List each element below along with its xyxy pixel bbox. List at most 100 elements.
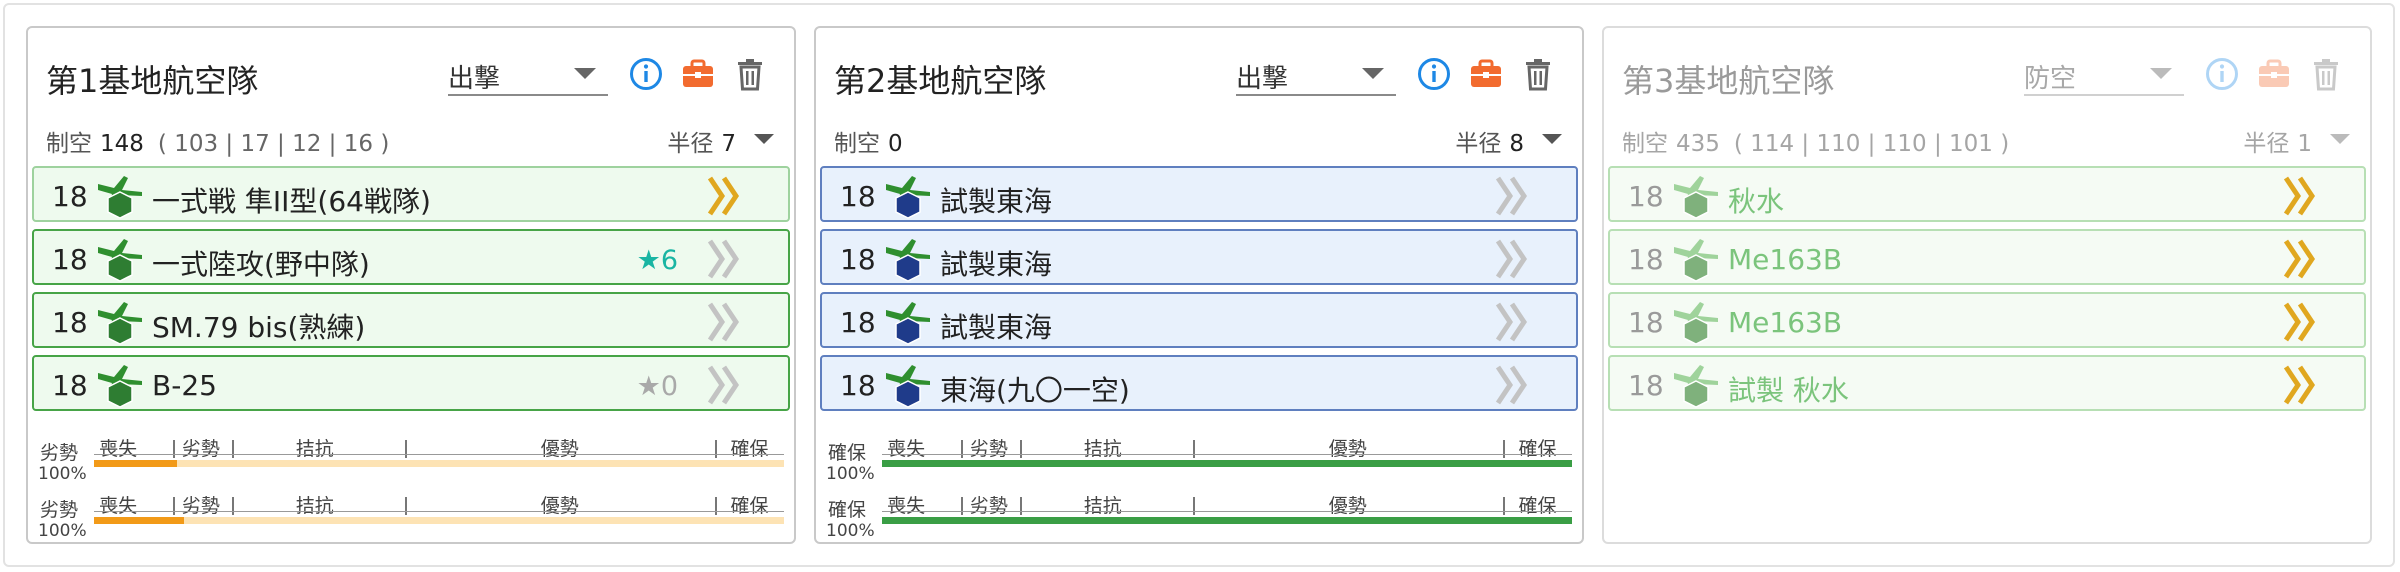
equipment-slot[interactable]: 18 一式陸攻(野中隊) ★6 xyxy=(32,229,790,285)
air-state-bar: 劣勢 100% 喪失 劣勢 拮抗 優勢 確保 xyxy=(28,428,794,484)
bar-divider xyxy=(1192,440,1195,458)
mode-select[interactable]: 出撃 xyxy=(448,52,608,96)
bar-divider xyxy=(1503,440,1505,458)
air-power-detail: ( 103 | 17 | 12 | 16 ) xyxy=(157,131,390,157)
info-icon[interactable] xyxy=(628,56,664,92)
bar-divider xyxy=(961,497,964,515)
air-power-value: 0 xyxy=(888,131,903,157)
air-state-track xyxy=(882,460,1572,467)
radius-label: 半径 xyxy=(2243,131,2290,157)
slot-aircraft-count: 18 xyxy=(52,180,88,213)
equipment-slot[interactable]: 18 東海(九〇一空) xyxy=(820,355,1578,411)
caret-down-icon xyxy=(754,134,774,144)
toolbox-icon[interactable] xyxy=(2256,56,2292,92)
equipment-name: 試製東海 xyxy=(940,185,1053,218)
bar-divider xyxy=(404,497,407,515)
caret-down-icon xyxy=(1542,134,1562,144)
slot-aircraft-count: 18 xyxy=(840,369,876,402)
chevron-icon xyxy=(2283,239,2316,279)
mode-select[interactable]: 防空 xyxy=(2024,52,2184,96)
chevron-icon xyxy=(707,239,740,279)
air-state-label: 確保 xyxy=(730,438,769,460)
equipment-name: 東海(九〇一空) xyxy=(940,374,1130,407)
bar-divider xyxy=(232,440,234,458)
air-power-label: 制空 xyxy=(1622,131,1668,157)
equipment-name: Me163B xyxy=(1728,306,1843,339)
equipment-slot[interactable]: 18 SM.79 bis(熟練) xyxy=(32,292,790,348)
trash-icon[interactable] xyxy=(732,56,768,92)
air-state-percent: 100% xyxy=(38,464,87,484)
equipment-slot[interactable]: 18 Me163B xyxy=(1608,229,2366,285)
caret-down-icon xyxy=(574,68,596,79)
air-state-bar: 確保 100% 喪失 劣勢 拮抗 優勢 確保 xyxy=(816,428,1582,484)
equipment-slot[interactable]: 18 秋水 xyxy=(1608,166,2366,222)
air-state-label: 拮抗 xyxy=(295,438,334,460)
plane-icon xyxy=(1674,176,1718,219)
plane-icon xyxy=(98,302,142,345)
bar-divider xyxy=(715,440,717,458)
air-power-stats: 制空 435 ( 114 | 110 | 110 | 101 ) xyxy=(1622,124,2009,158)
trash-icon[interactable] xyxy=(2308,56,2344,92)
air-power-label: 制空 xyxy=(46,131,92,157)
radius-label: 半径 xyxy=(1455,131,1502,157)
panel-title: 第1基地航空隊 xyxy=(46,62,259,100)
radius-select[interactable]: 半径 1 xyxy=(2243,124,2350,158)
radius-select[interactable]: 半径 8 xyxy=(1455,124,1562,158)
air-state-scale: 喪失 劣勢 拮抗 優勢 確保 xyxy=(882,491,1572,517)
chevron-icon xyxy=(1495,302,1528,342)
slot-aircraft-count: 18 xyxy=(1628,306,1664,339)
air-state-bar: 劣勢 100% 喪失 劣勢 拮抗 優勢 確保 xyxy=(28,485,794,541)
air-state-label: 劣勢 xyxy=(969,495,1008,517)
equipment-slot[interactable]: 18 Me163B xyxy=(1608,292,2366,348)
air-state-fill xyxy=(94,460,177,467)
equipment-slot[interactable]: 18 試製東海 xyxy=(820,166,1578,222)
chevron-icon xyxy=(707,176,740,216)
radius-value: 7 xyxy=(721,131,736,157)
bar-divider xyxy=(173,440,176,458)
air-state-track xyxy=(882,517,1572,524)
bar-rule xyxy=(882,454,1572,455)
trash-icon[interactable] xyxy=(1520,56,1556,92)
plane-icon xyxy=(98,176,142,219)
plane-icon xyxy=(1674,302,1718,345)
air-state-label: 拮抗 xyxy=(1083,438,1122,460)
toolbox-icon[interactable] xyxy=(680,56,716,92)
toolbox-icon[interactable] xyxy=(1468,56,1504,92)
equipment-slot[interactable]: 18 試製 秋水 xyxy=(1608,355,2366,411)
equipment-name: SM.79 bis(熟練) xyxy=(152,311,366,344)
chevron-icon xyxy=(2283,176,2316,216)
bar-divider xyxy=(961,440,964,458)
bar-rule xyxy=(94,454,784,455)
info-icon[interactable] xyxy=(2204,56,2240,92)
air-state-label: 劣勢 xyxy=(181,495,220,517)
panel-header: 第3基地航空隊 防空 xyxy=(1604,28,2370,120)
slot-aircraft-count: 18 xyxy=(52,306,88,339)
air-state-scale: 喪失 劣勢 拮抗 優勢 確保 xyxy=(94,434,784,460)
caret-down-icon xyxy=(2330,134,2350,144)
air-power-value: 435 xyxy=(1676,131,1720,157)
equipment-name: 試製東海 xyxy=(940,248,1053,281)
equipment-name: 試製東海 xyxy=(940,311,1053,344)
bar-divider xyxy=(1020,440,1022,458)
bar-divider xyxy=(715,497,717,515)
panel-title: 第2基地航空隊 xyxy=(834,62,1047,100)
equipment-slot[interactable]: 18 試製東海 xyxy=(820,229,1578,285)
caret-down-icon xyxy=(1362,68,1384,79)
air-state-track xyxy=(94,460,784,467)
air-state-label: 喪失 xyxy=(99,438,138,460)
air-state-label: 優勢 xyxy=(1328,438,1367,460)
equipment-slot[interactable]: 18 一式戦 隼II型(64戦隊) xyxy=(32,166,790,222)
equipment-name: 一式戦 隼II型(64戦隊) xyxy=(152,185,431,218)
radius-label: 半径 xyxy=(667,131,714,157)
air-state-status: 確保 xyxy=(828,499,867,521)
mode-select[interactable]: 出撃 xyxy=(1236,52,1396,96)
equipment-slot[interactable]: 18 試製東海 xyxy=(820,292,1578,348)
air-state-label: 喪失 xyxy=(99,495,138,517)
bar-divider xyxy=(173,497,176,515)
mode-value: 出撃 xyxy=(448,64,501,94)
plane-icon xyxy=(1674,239,1718,282)
info-icon[interactable] xyxy=(1416,56,1452,92)
equipment-slot[interactable]: 18 B-25 ★0 xyxy=(32,355,790,411)
radius-select[interactable]: 半径 7 xyxy=(667,124,774,158)
air-state-label: 拮抗 xyxy=(295,495,334,517)
